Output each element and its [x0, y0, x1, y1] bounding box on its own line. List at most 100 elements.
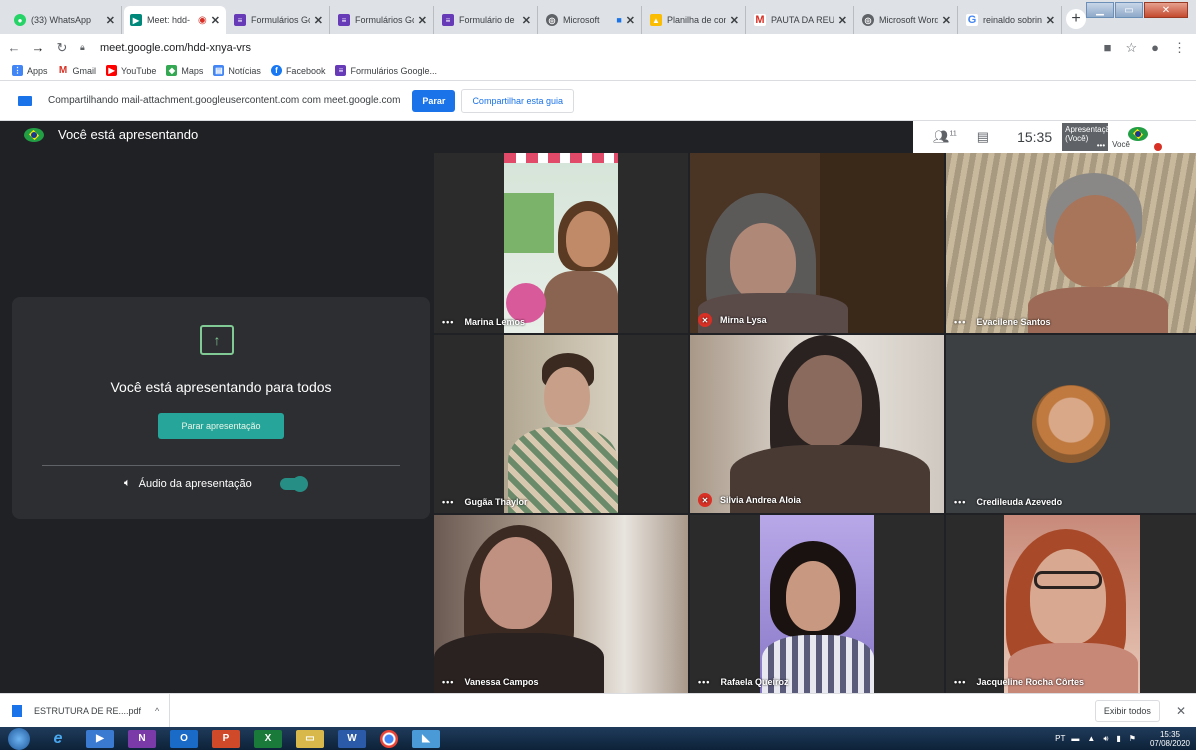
- mini-presentation-tile[interactable]: Apresentação (Você) •••: [1062, 123, 1115, 151]
- outlook-icon[interactable]: O: [170, 729, 198, 748]
- maximize-button[interactable]: ▭: [1115, 2, 1143, 18]
- participants-icon[interactable]: 👥︎11: [933, 129, 957, 145]
- new-tab-button[interactable]: +: [1066, 9, 1086, 29]
- address-bar[interactable]: 🔒︎ meet.google.com/hdd-xnya-vrs: [80, 37, 1090, 59]
- window-close-button[interactable]: ✕: [1144, 2, 1188, 18]
- media-player-icon[interactable]: ▶: [86, 729, 114, 748]
- participant-tile[interactable]: ••• Credileuda Azevedo: [946, 335, 1196, 513]
- tab-title: Meet: hdd-: [147, 15, 191, 25]
- more-options-icon[interactable]: •••: [442, 497, 454, 507]
- participant-tile[interactable]: ✕ Mirna Lysa: [690, 153, 944, 333]
- bookmark-gmail[interactable]: M Gmail: [57, 65, 96, 76]
- tab-close-icon[interactable]: ✕: [838, 14, 847, 27]
- language-indicator[interactable]: PT: [1055, 734, 1065, 743]
- brazil-flag-icon: [24, 127, 44, 142]
- forward-button[interactable]: →: [28, 40, 48, 55]
- participant-tile[interactable]: ••• Jacqueline Rocha Côrtes: [946, 515, 1196, 693]
- more-options-icon[interactable]: •••: [954, 497, 966, 507]
- participant-tile[interactable]: ••• Rafaela Queiroz: [690, 515, 944, 693]
- bookmark-youtube[interactable]: ▶ YouTube: [106, 65, 156, 76]
- photos-icon[interactable]: ◣: [412, 729, 440, 748]
- start-button[interactable]: [8, 727, 30, 750]
- bookmark-noticias[interactable]: ▤ Notícias: [213, 65, 261, 76]
- tab-title: Microsoft Word: [879, 15, 938, 25]
- tab-close-icon[interactable]: ✕: [626, 14, 635, 27]
- close-downloads-icon[interactable]: ✕: [1176, 704, 1186, 718]
- bookmark-forms[interactable]: ≡ Formulários Google...: [335, 65, 437, 76]
- participant-tile[interactable]: ••• Gugãa Thaylor: [434, 335, 688, 513]
- file-explorer-icon[interactable]: ▭: [296, 729, 324, 748]
- camera-in-use-icon[interactable]: ■: [1104, 40, 1112, 55]
- chrome-icon: ◎: [546, 14, 558, 26]
- bookmark-facebook[interactable]: f Facebook: [270, 65, 325, 76]
- participant-tile[interactable]: ••• Evacilene Santos: [946, 153, 1196, 333]
- tray-expand-icon[interactable]: ▲: [1087, 734, 1095, 743]
- mini-self-tile[interactable]: Você: [1110, 123, 1163, 151]
- browser-tab[interactable]: ▲ Planilha de con ✕: [644, 6, 746, 34]
- participant-tile[interactable]: ••• Vanessa Campos: [434, 515, 688, 693]
- video-feed-detail: [1054, 195, 1136, 287]
- tab-close-icon[interactable]: ✕: [730, 14, 739, 27]
- share-status-text: Compartilhando mail-attachment.googleuse…: [48, 95, 401, 106]
- browser-tab[interactable]: ≡ Formulários Go ✕: [332, 6, 434, 34]
- bookmark-maps[interactable]: ◆ Maps: [166, 65, 203, 76]
- volume-icon[interactable]: 🔊︎: [1103, 734, 1108, 744]
- word-icon[interactable]: W: [338, 729, 366, 748]
- browser-tab[interactable]: M PAUTA DA REU ✕: [748, 6, 854, 34]
- participant-avatar: [1032, 385, 1110, 463]
- browser-tab[interactable]: G reinaldo sobrin ✕: [960, 6, 1062, 34]
- download-filename: ESTRUTURA DE RE....pdf: [34, 705, 142, 716]
- network-icon[interactable]: ▮: [1116, 734, 1120, 743]
- tab-close-icon[interactable]: ✕: [314, 14, 323, 27]
- tab-close-icon[interactable]: ✕: [522, 14, 531, 27]
- more-options-icon[interactable]: •••: [1097, 141, 1105, 150]
- back-button[interactable]: ←: [4, 40, 24, 55]
- participant-name: Marina Lemos: [464, 317, 525, 327]
- show-all-downloads-button[interactable]: Exibir todos: [1094, 699, 1160, 722]
- tab-close-icon[interactable]: ✕: [942, 14, 951, 27]
- tab-close-icon[interactable]: ✕: [1046, 14, 1055, 27]
- more-options-icon[interactable]: •••: [954, 677, 966, 687]
- glasses-detail: [1034, 571, 1102, 589]
- tab-close-icon[interactable]: ✕: [106, 14, 115, 27]
- browser-tab[interactable]: ● (33) WhatsApp ✕: [8, 6, 122, 34]
- browser-tab[interactable]: ◎ Microsoft ■ ✕: [540, 6, 642, 34]
- profile-icon[interactable]: ●: [1151, 40, 1159, 55]
- menu-icon[interactable]: ⋮: [1173, 40, 1186, 56]
- presentation-audio-toggle[interactable]: [279, 475, 308, 492]
- tab-title: Formulário de: [459, 15, 515, 25]
- download-item[interactable]: ESTRUTURA DE RE....pdf ^: [0, 694, 170, 727]
- more-options-icon[interactable]: •••: [442, 317, 454, 327]
- tab-close-icon[interactable]: ✕: [211, 14, 220, 27]
- presentation-card: ↑ Você está apresentando para todos Para…: [12, 297, 430, 519]
- tab-close-icon[interactable]: ✕: [418, 14, 427, 27]
- more-options-icon[interactable]: •••: [954, 317, 966, 327]
- bookmark-apps[interactable]: ⋮ Apps: [12, 65, 48, 76]
- chrome-icon[interactable]: [380, 729, 398, 748]
- participant-tile[interactable]: ✕ Silvia Andrea Aloia: [690, 335, 944, 513]
- flag-icon[interactable]: ⚑: [1129, 734, 1136, 743]
- ie-icon[interactable]: e: [44, 730, 72, 748]
- share-this-tab-button[interactable]: Compartilhar esta guia: [461, 88, 574, 113]
- excel-icon[interactable]: X: [254, 729, 282, 748]
- more-options-icon[interactable]: •••: [698, 677, 710, 687]
- stop-sharing-button[interactable]: Parar: [412, 89, 456, 112]
- browser-tab[interactable]: ≡ Formulário de ✕: [436, 6, 538, 34]
- keyboard-icon[interactable]: ▬: [1071, 734, 1079, 743]
- browser-tab[interactable]: ◎ Microsoft Word ✕: [856, 6, 958, 34]
- minimize-button[interactable]: ▁: [1086, 2, 1114, 18]
- gmail-icon: M: [57, 65, 69, 76]
- participant-tile[interactable]: ••• Marina Lemos: [434, 153, 688, 333]
- reload-button[interactable]: ↻: [52, 40, 72, 56]
- chevron-up-icon[interactable]: ^: [155, 706, 159, 716]
- taskbar-clock[interactable]: 15:35 07/08/2020: [1150, 730, 1190, 748]
- mini-self-label: Você: [1112, 140, 1130, 149]
- stop-presentation-button[interactable]: Parar apresentação: [158, 413, 284, 439]
- browser-tab-active[interactable]: ▶ Meet: hdd- ◉ ✕: [124, 6, 226, 34]
- bookmark-star-icon[interactable]: ☆: [1125, 40, 1137, 56]
- chat-icon[interactable]: ▤: [977, 129, 989, 145]
- onenote-icon[interactable]: N: [128, 729, 156, 748]
- browser-tab[interactable]: ≡ Formulários Go ✕: [228, 6, 330, 34]
- powerpoint-icon[interactable]: P: [212, 729, 240, 748]
- more-options-icon[interactable]: •••: [442, 677, 454, 687]
